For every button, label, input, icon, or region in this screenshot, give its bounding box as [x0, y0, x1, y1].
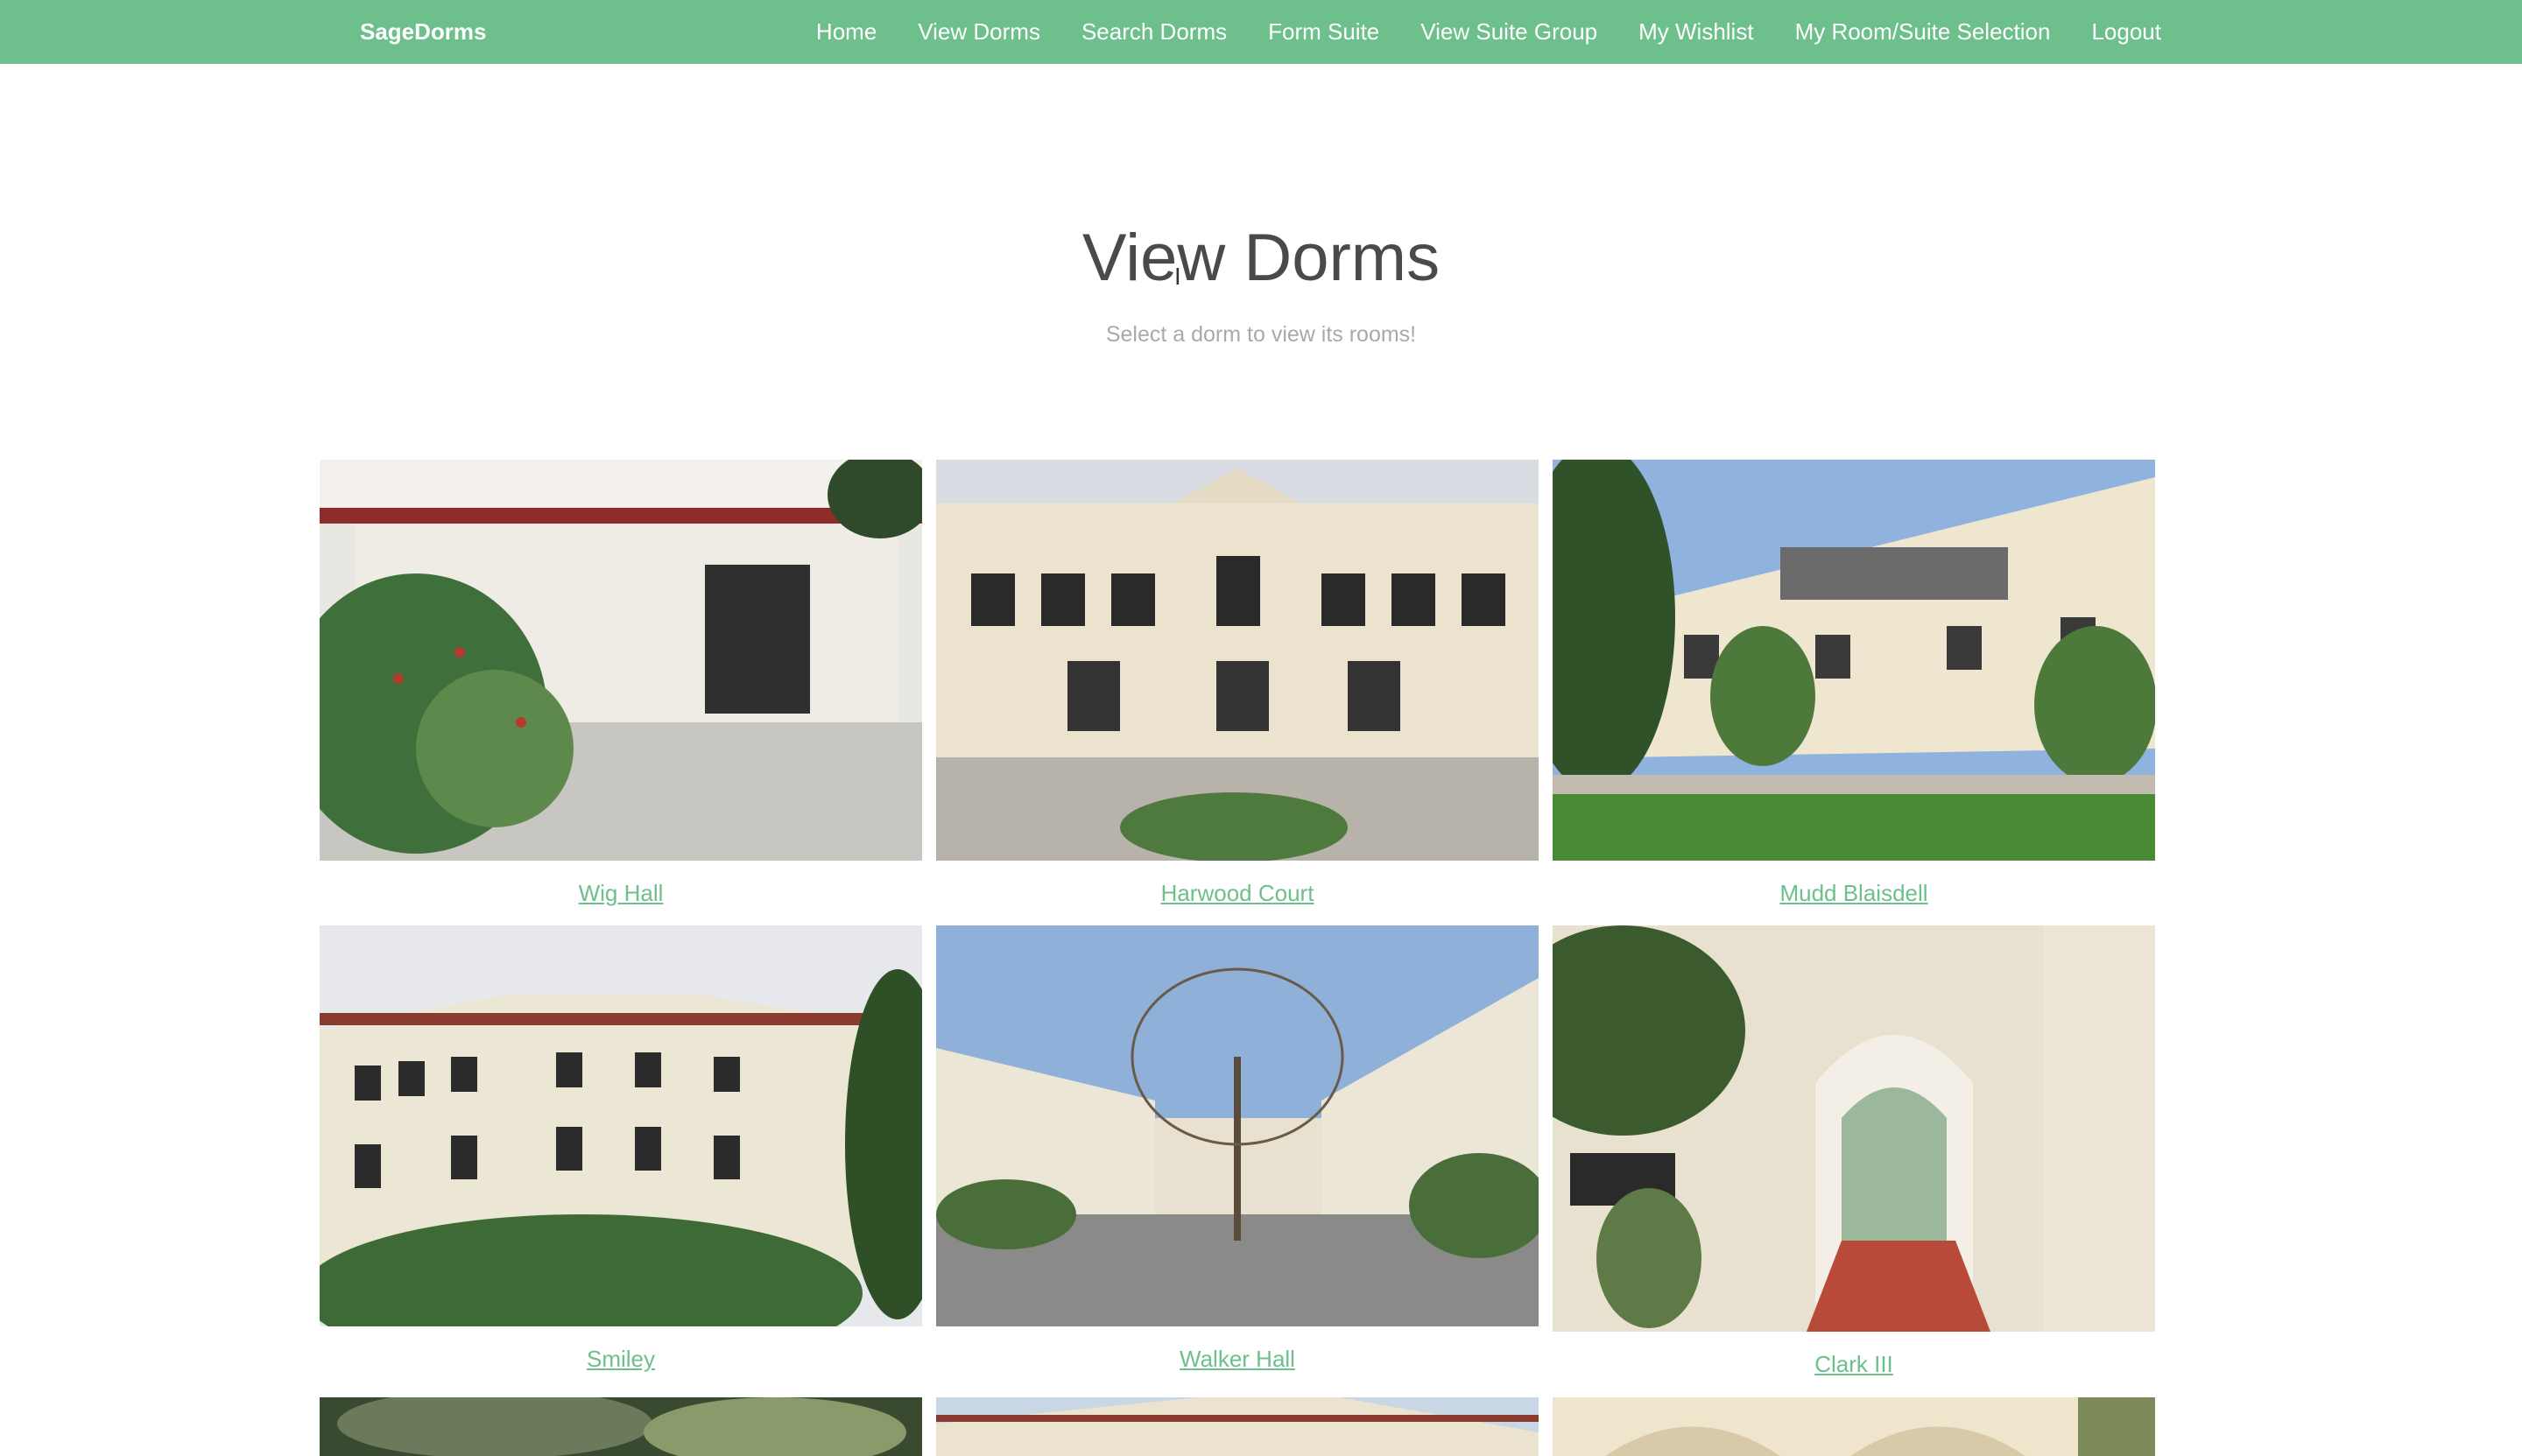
page-subtitle: Select a dorm to view its rooms!	[1105, 322, 1417, 347]
dorm-link-clark-iii[interactable]: Clark III	[1553, 1351, 2155, 1378]
dorm-card-clark-iii: Clark III	[1553, 925, 2155, 1378]
dorm-link-mudd-blaisdell[interactable]: Mudd Blaisdell	[1553, 880, 2155, 907]
dorm-card-mudd-blaisdell: Mudd Blaisdell	[1553, 460, 2155, 907]
navbar: SageDorms Home View Dorms Search Dorms F…	[0, 0, 2522, 64]
nav-link-home[interactable]: Home	[816, 18, 877, 46]
dorm-card-row3-2	[936, 1397, 1539, 1456]
dorm-card-row3-3	[1553, 1397, 2155, 1456]
nav-link-logout[interactable]: Logout	[2091, 18, 2161, 46]
nav-links: Home View Dorms Search Dorms Form Suite …	[816, 0, 2161, 64]
dorm-link-walker-hall[interactable]: Walker Hall	[936, 1346, 1539, 1373]
dorm-card-wig-hall: Wig Hall	[320, 460, 922, 907]
dorm-link-smiley[interactable]: Smiley	[320, 1346, 922, 1373]
dorm-photo-row3-2[interactable]	[936, 1397, 1539, 1456]
nav-link-view-dorms[interactable]: View Dorms	[918, 18, 1040, 46]
nav-link-my-room-suite-selection[interactable]: My Room/Suite Selection	[1795, 18, 2051, 46]
dorm-card-harwood-court: Harwood Court	[936, 460, 1539, 907]
dorm-photo-clark-iii[interactable]	[1553, 925, 2155, 1332]
dorm-link-harwood-court[interactable]: Harwood Court	[936, 880, 1539, 907]
nav-link-view-suite-group[interactable]: View Suite Group	[1420, 18, 1597, 46]
nav-link-form-suite[interactable]: Form Suite	[1268, 18, 1379, 46]
page-title: View Dorms	[1081, 221, 1441, 295]
dorm-photo-mudd-blaisdell[interactable]	[1553, 460, 2155, 861]
dorm-photo-row3-3[interactable]	[1553, 1397, 2155, 1456]
dorm-photo-smiley[interactable]	[320, 925, 922, 1326]
brand-link[interactable]: SageDorms	[360, 0, 487, 64]
dorm-photo-harwood-court[interactable]	[936, 460, 1539, 861]
dorm-photo-row3-1[interactable]	[320, 1397, 922, 1456]
dorm-card-smiley: Smiley	[320, 925, 922, 1373]
dorm-card-row3-1	[320, 1397, 922, 1456]
dorm-photo-walker-hall[interactable]	[936, 925, 1539, 1326]
text-cursor-icon: I	[1174, 264, 1181, 291]
dorm-photo-wig-hall[interactable]	[320, 460, 922, 861]
dorm-card-walker-hall: Walker Hall	[936, 925, 1539, 1373]
nav-link-my-wishlist[interactable]: My Wishlist	[1638, 18, 1753, 46]
nav-link-search-dorms[interactable]: Search Dorms	[1081, 18, 1227, 46]
dorm-link-wig-hall[interactable]: Wig Hall	[320, 880, 922, 907]
